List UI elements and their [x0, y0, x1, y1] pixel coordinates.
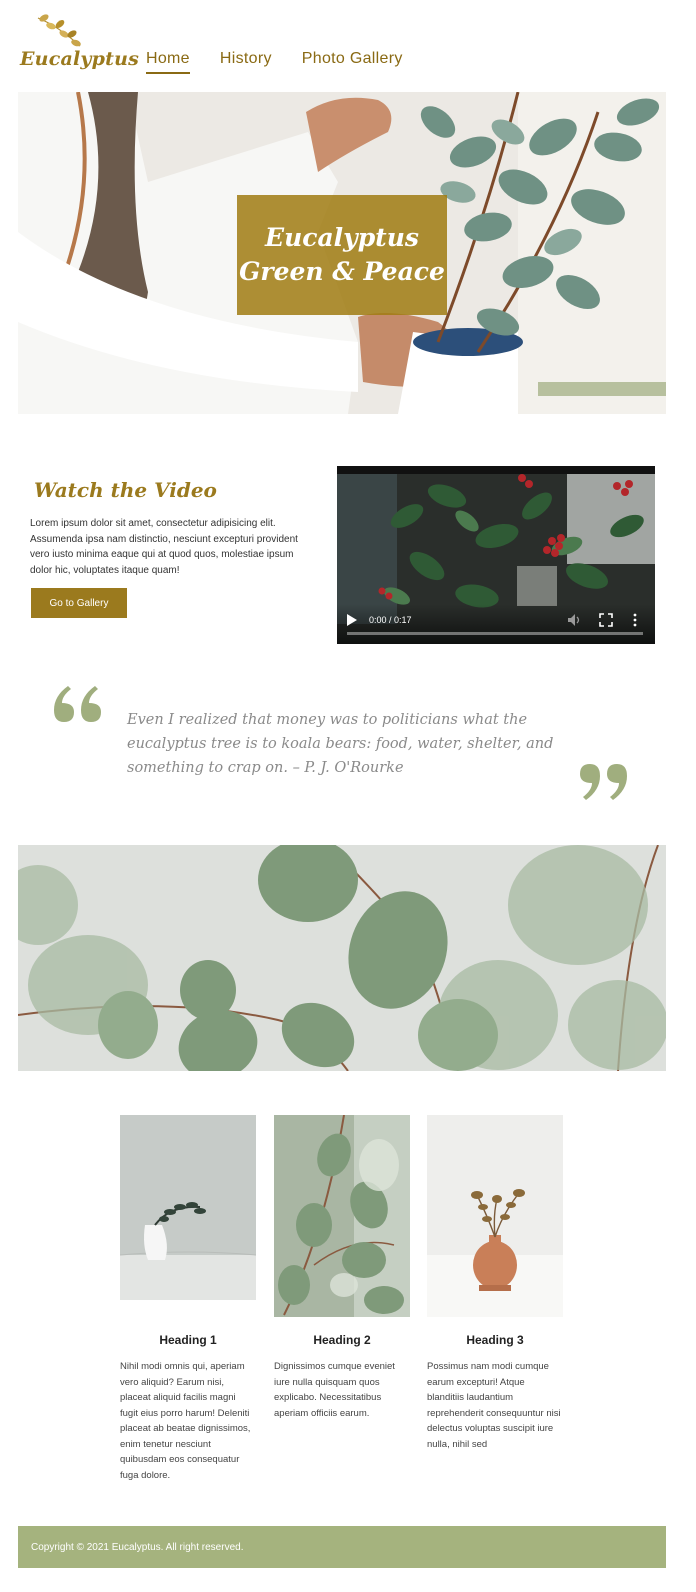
video-player[interactable]: 0:00 / 0:17: [337, 466, 655, 644]
video-time: 0:00 / 0:17: [369, 615, 412, 625]
play-icon[interactable]: [347, 614, 357, 626]
site-footer: Copyright © 2021 Eucalyptus. All right r…: [18, 1526, 666, 1568]
close-quote-icon: [580, 764, 627, 800]
terracotta-vase-image: [427, 1115, 563, 1317]
video-progress-bar[interactable]: [347, 632, 643, 635]
eucalyptus-banner: [18, 845, 666, 1071]
video-description: Lorem ipsum dolor sit amet, consectetur …: [30, 518, 298, 576]
video-controls: 0:00 / 0:17: [337, 604, 655, 644]
quote-text: Even I realized that money was to politi…: [127, 712, 554, 776]
open-quote-icon: [54, 686, 101, 722]
card-2-image: [274, 1115, 410, 1317]
volume-icon[interactable]: [567, 613, 581, 627]
logo-text: Eucalyptus: [20, 48, 140, 70]
card-3-text: Possimus nam modi cumque earum excepturi…: [427, 1361, 561, 1450]
card-1: Heading 1 Nihil modi omnis qui, aperiam …: [120, 1115, 256, 1483]
copyright-text: Copyright © 2021 Eucalyptus. All right r…: [31, 1541, 244, 1553]
hero-banner: Eucalyptus Green & Peace: [18, 92, 666, 414]
site-header: Eucalyptus Home History Photo Gallery: [18, 0, 678, 92]
card-1-text: Nihil modi omnis qui, aperiam vero aliqu…: [120, 1361, 251, 1481]
card-2-text: Dignissimos cumque eveniet iure nulla qu…: [274, 1361, 395, 1419]
leaves-logo-icon: [37, 14, 81, 47]
card-1-image: [120, 1115, 256, 1317]
nav-home[interactable]: Home: [146, 50, 190, 74]
go-to-gallery-button[interactable]: Go to Gallery: [31, 588, 127, 618]
eucalyptus-banner-image: [18, 845, 666, 1071]
nav-photo-gallery[interactable]: Photo Gallery: [302, 50, 403, 74]
video-section: Watch the Video Lorem ipsum dolor sit am…: [30, 466, 660, 650]
logo[interactable]: Eucalyptus: [18, 12, 139, 76]
card-3: Heading 3 Possimus nam modi cumque earum…: [427, 1115, 563, 1452]
hero-title-line1: Eucalyptus: [265, 223, 419, 252]
hero-title-box: Eucalyptus Green & Peace: [237, 195, 447, 315]
more-options-icon[interactable]: [632, 613, 638, 627]
card-3-image: [427, 1115, 563, 1317]
card-3-heading: Heading 3: [466, 1333, 524, 1347]
card-2-heading: Heading 2: [313, 1333, 371, 1347]
card-1-heading: Heading 1: [159, 1333, 217, 1347]
eucalyptus-branch-image: [274, 1115, 410, 1317]
nav-history[interactable]: History: [220, 50, 272, 74]
white-vase-image: [120, 1115, 256, 1317]
hero-title-line2: Green & Peace: [239, 257, 445, 286]
video-heading: Watch the Video: [34, 478, 217, 502]
card-2: Heading 2 Dignissimos cumque eveniet iur…: [274, 1115, 410, 1421]
fullscreen-icon[interactable]: [599, 613, 613, 627]
main-nav: Home History Photo Gallery: [146, 50, 403, 74]
